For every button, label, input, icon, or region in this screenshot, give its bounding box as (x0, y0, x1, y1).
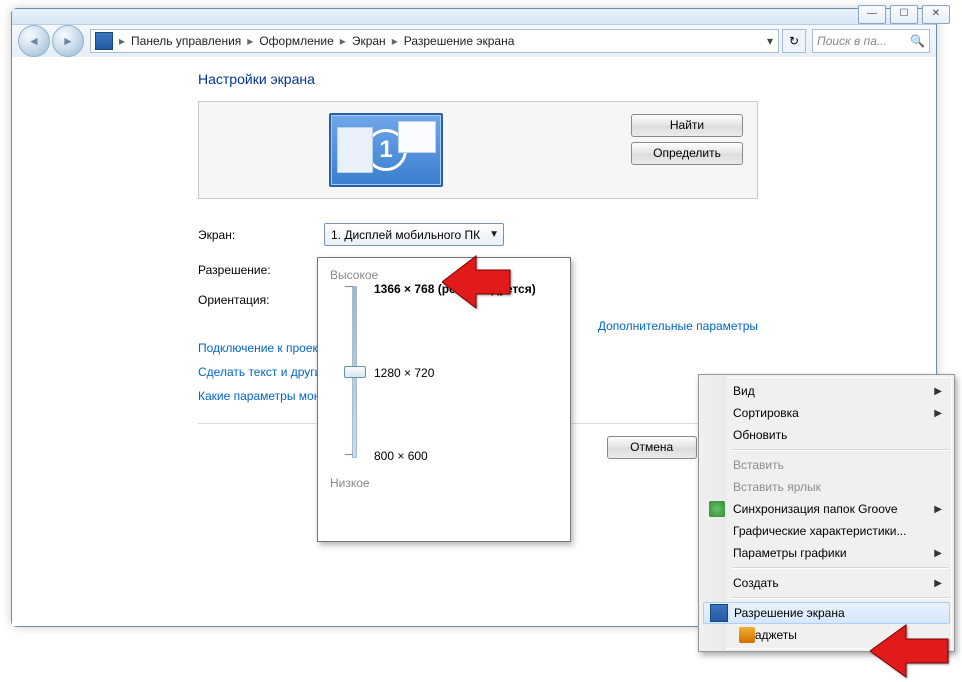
ctx-label: Разрешение экрана (734, 606, 845, 620)
chevron-down-icon[interactable]: ▾ (762, 34, 778, 48)
screen-value: 1. Дисплей мобильного ПК (331, 228, 480, 242)
gadget-icon (739, 627, 755, 643)
monitor-thumbnail[interactable]: 1 (329, 113, 443, 187)
res-option-low[interactable]: 800 × 600 (374, 449, 428, 463)
breadcrumb-seg[interactable]: Оформление (255, 34, 337, 48)
ctx-view[interactable]: Вид ▶ (703, 380, 950, 402)
ctx-sort[interactable]: Сортировка ▶ (703, 402, 950, 424)
ctx-graphics[interactable]: Графические характеристики... (703, 520, 950, 542)
link-text: Подключение к проек (198, 341, 318, 355)
ctx-label: Сортировка (733, 406, 799, 420)
chevron-right-icon: ▸ (117, 34, 127, 48)
screen-label: Экран: (198, 228, 324, 242)
screen-combobox[interactable]: 1. Дисплей мобильного ПК ▼ (324, 223, 504, 246)
refresh-icon: ↻ (789, 34, 799, 48)
slider-thumb[interactable] (344, 366, 366, 378)
nav-back-button[interactable]: ◄ (18, 25, 50, 57)
cancel-button[interactable]: Отмена (607, 436, 697, 459)
ctx-label: Гаджеты (749, 628, 797, 642)
ctx-label: Вставить (733, 458, 784, 472)
orientation-label: Ориентация: (198, 293, 324, 307)
page-title: Настройки экрана (198, 71, 758, 87)
ctx-label: Вид (733, 384, 755, 398)
resolution-label: Разрешение: (198, 263, 324, 277)
sync-icon (709, 501, 725, 517)
detect-button[interactable]: Определить (631, 142, 743, 165)
submenu-arrow-icon: ▶ (934, 386, 942, 397)
search-placeholder: Поиск в па... (817, 34, 887, 48)
resolution-slider[interactable] (344, 286, 364, 456)
control-panel-icon (95, 32, 113, 50)
breadcrumb-seg[interactable]: Разрешение экрана (400, 34, 519, 48)
chevron-right-icon: ▸ (338, 34, 348, 48)
ctx-groove-sync[interactable]: Синхронизация папок Groove ▶ (703, 498, 950, 520)
ctx-refresh[interactable]: Обновить (703, 424, 950, 446)
submenu-arrow-icon: ▶ (934, 548, 942, 559)
submenu-arrow-icon: ▶ (934, 408, 942, 419)
ctx-create[interactable]: Создать ▶ (703, 572, 950, 594)
chevron-down-icon: ▼ (489, 229, 499, 240)
close-button[interactable]: ✕ (922, 5, 950, 24)
address-bar: ◄ ► ▸ Панель управления ▸ Оформление ▸ Э… (12, 25, 936, 58)
back-icon: ◄ (28, 34, 40, 48)
search-icon: 🔍 (910, 34, 925, 48)
ctx-paste: Вставить (703, 454, 950, 476)
ctx-label: Создать (733, 576, 779, 590)
submenu-arrow-icon: ▶ (934, 504, 942, 515)
breadcrumb-seg[interactable]: Экран (348, 34, 390, 48)
titlebar[interactable] (12, 9, 936, 25)
nav-forward-button[interactable]: ► (52, 25, 84, 57)
forward-icon: ► (62, 34, 74, 48)
breadcrumb-seg[interactable]: Панель управления (127, 34, 245, 48)
desktop-context-menu: Вид ▶ Сортировка ▶ Обновить Вставить Встав… (698, 374, 955, 652)
res-option-mid[interactable]: 1280 × 720 (374, 366, 434, 380)
refresh-button[interactable]: ↻ (782, 29, 806, 53)
ctx-label: Параметры графики (733, 546, 847, 560)
low-label: Низкое (330, 476, 558, 490)
ctx-label: Синхронизация папок Groove (733, 502, 898, 516)
breadcrumb[interactable]: ▸ Панель управления ▸ Оформление ▸ Экран… (90, 29, 779, 53)
ctx-graphics-params[interactable]: Параметры графики ▶ (703, 542, 950, 564)
ctx-label: Обновить (733, 428, 787, 442)
monitor-icon (710, 604, 728, 622)
ctx-label: Вставить ярлык (733, 480, 821, 494)
chevron-right-icon: ▸ (390, 34, 400, 48)
minimize-button[interactable]: — (858, 5, 886, 24)
search-input[interactable]: Поиск в па... 🔍 (812, 29, 930, 53)
monitor-preview: 1 Найти Определить (198, 101, 758, 199)
ctx-label: Графические характеристики... (733, 524, 906, 538)
find-button[interactable]: Найти (631, 114, 743, 137)
ctx-paste-shortcut: Вставить ярлык (703, 476, 950, 498)
submenu-arrow-icon: ▶ (934, 578, 942, 589)
chevron-right-icon: ▸ (245, 34, 255, 48)
maximize-button[interactable]: ☐ (890, 5, 918, 24)
ctx-screen-resolution[interactable]: Разрешение экрана (703, 602, 950, 624)
